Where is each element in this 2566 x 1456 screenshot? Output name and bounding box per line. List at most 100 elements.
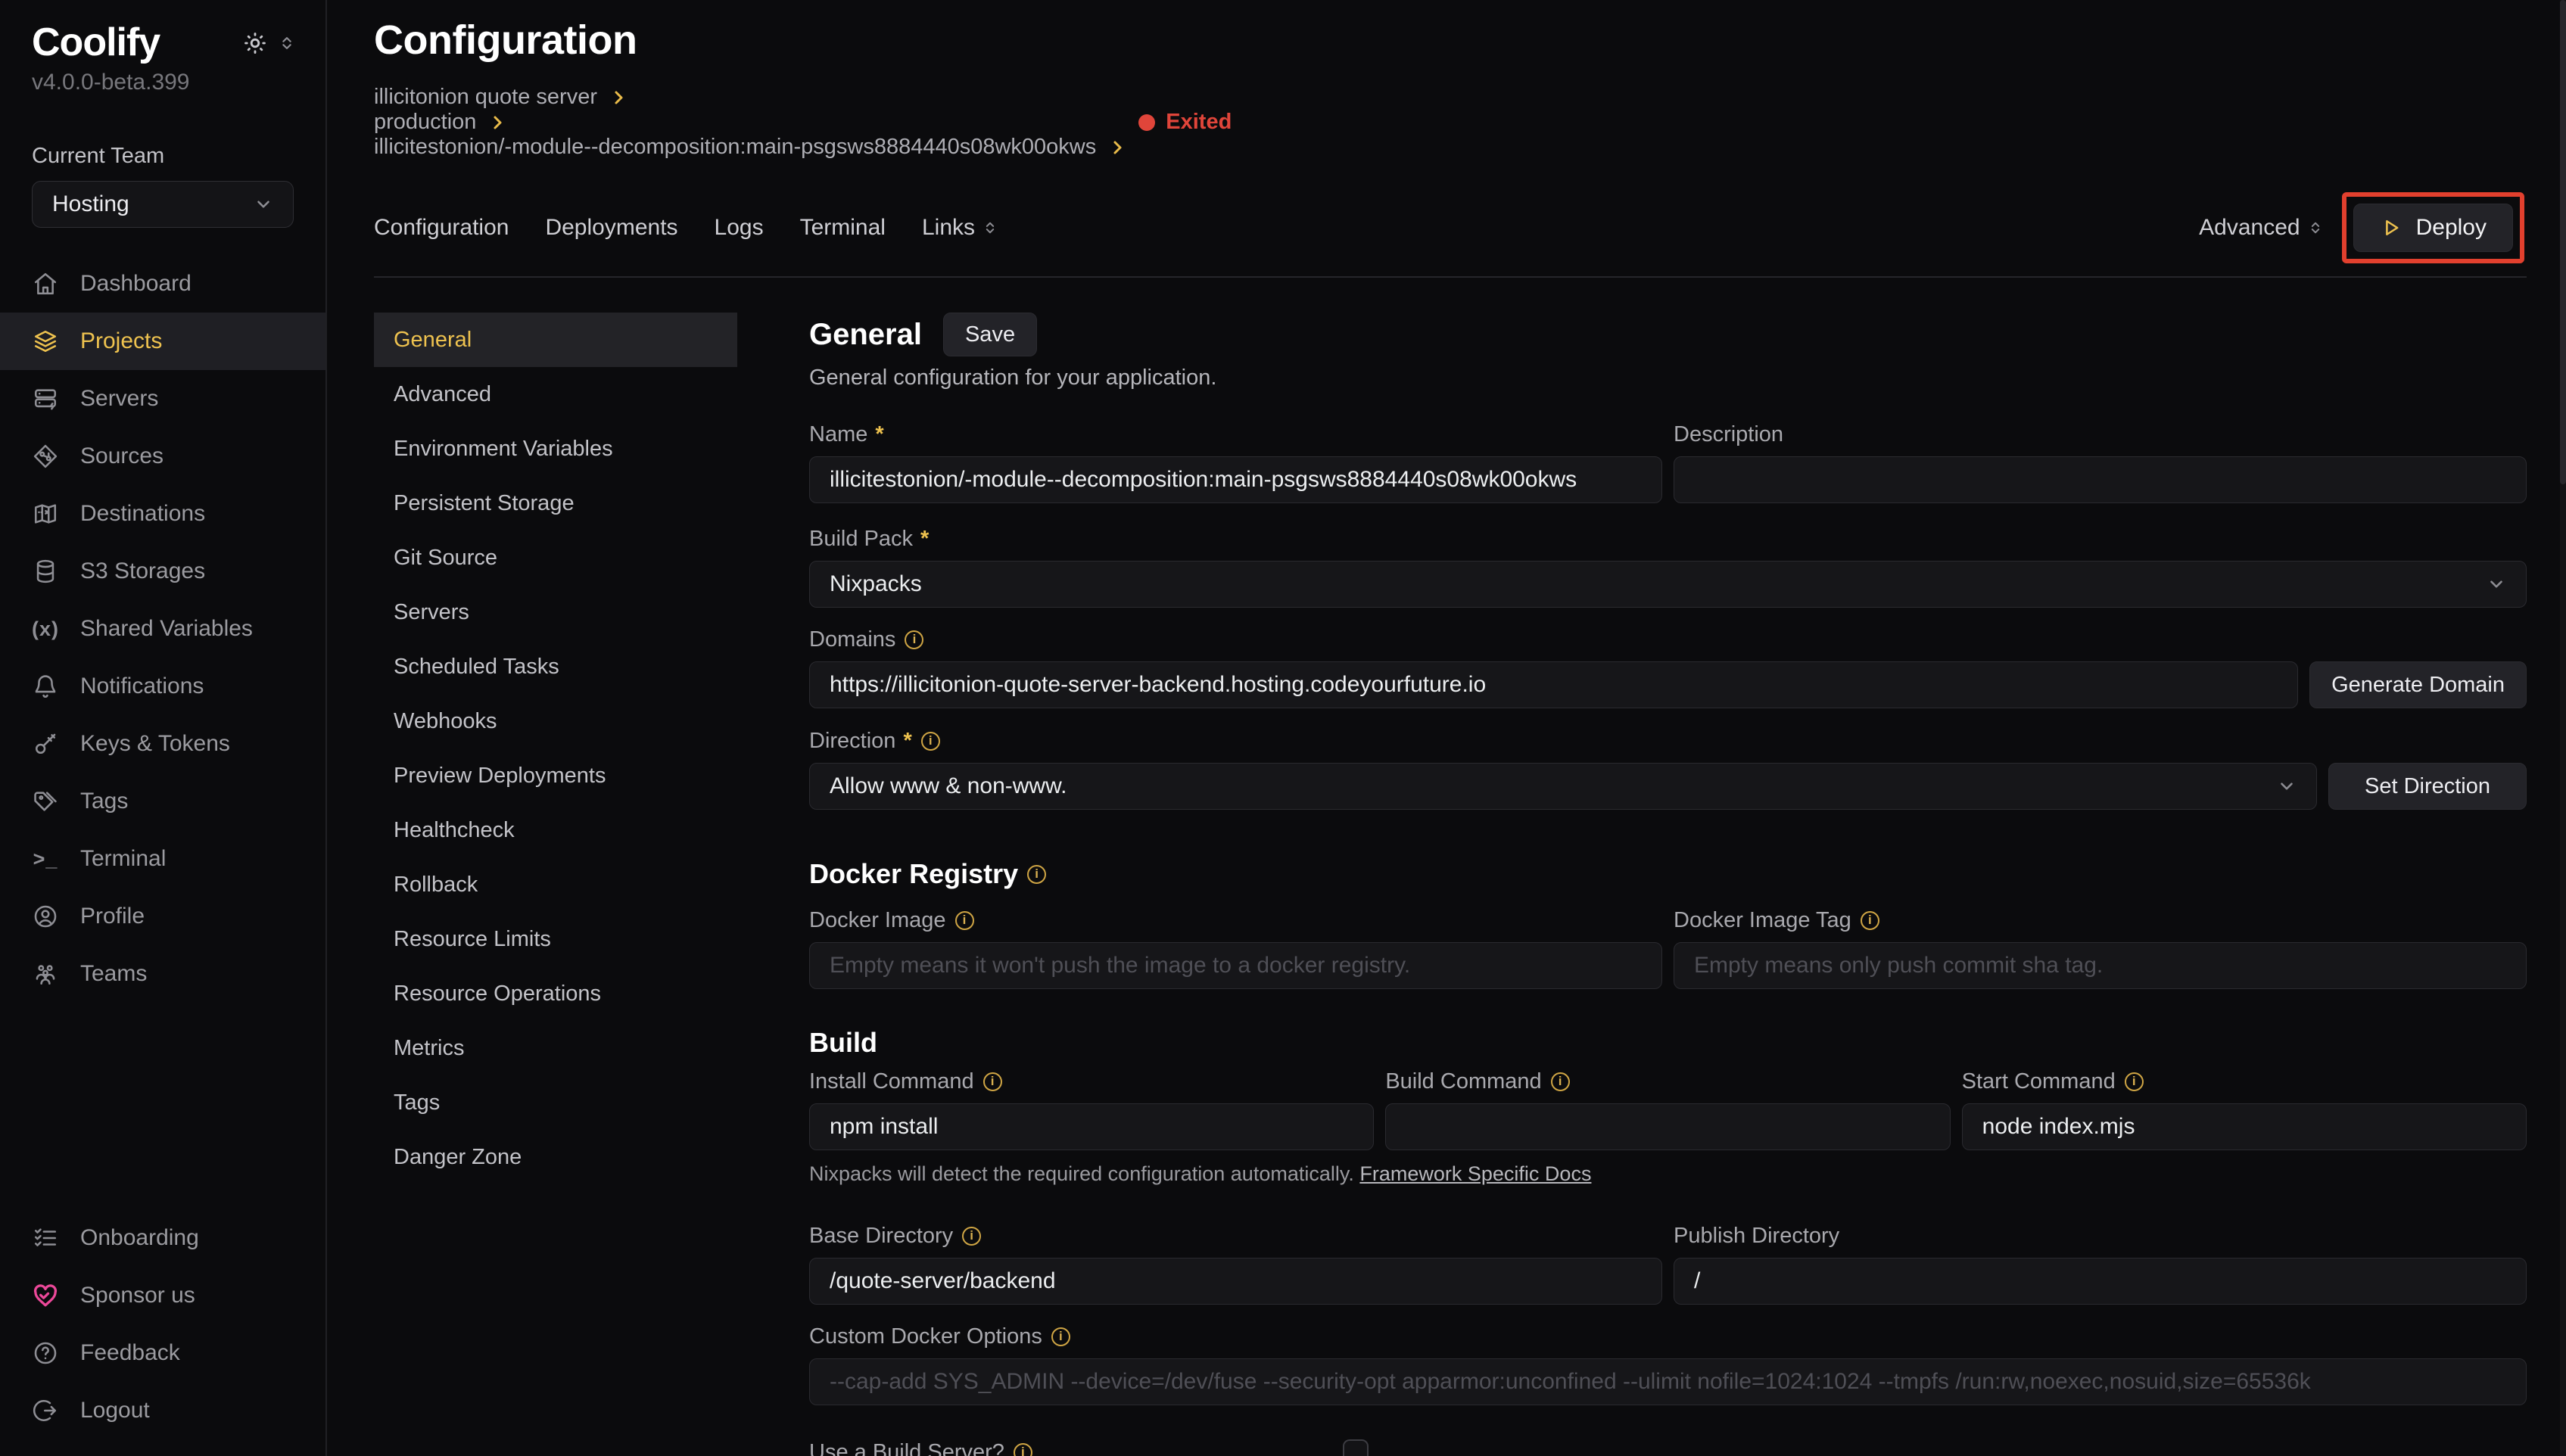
status-dot-icon bbox=[1138, 114, 1155, 131]
home-icon bbox=[32, 270, 59, 297]
sidebar-item[interactable]: Servers bbox=[0, 370, 325, 428]
build-pack-select[interactable]: Nixpacks bbox=[809, 561, 2527, 608]
theme-toggle-sun-icon[interactable] bbox=[242, 30, 268, 56]
build-command-input[interactable] bbox=[1385, 1103, 1950, 1150]
sidebar-item-label: Dashboard bbox=[80, 271, 192, 297]
breadcrumb-item[interactable]: illicitestonion/-module--decomposition:m… bbox=[374, 135, 1126, 160]
tab[interactable]: Deployments bbox=[545, 215, 677, 241]
advanced-dropdown[interactable]: Advanced bbox=[2199, 215, 2322, 241]
domains-input[interactable] bbox=[809, 661, 2298, 708]
layers-icon bbox=[32, 328, 59, 355]
sidebar-item-label: Sources bbox=[80, 443, 163, 469]
sidebar-item-label: Tags bbox=[80, 789, 128, 814]
sidebar: Coolify v4.0.0-beta.399 Current Team Hos… bbox=[0, 0, 327, 1456]
subnav-item[interactable]: Webhooks bbox=[374, 694, 737, 748]
subnav-item[interactable]: Scheduled Tasks bbox=[374, 639, 737, 694]
custom-docker-options-input[interactable] bbox=[809, 1358, 2527, 1405]
sidebar-item[interactable]: S3 Storages bbox=[0, 543, 325, 600]
sidebar-item-label: Logout bbox=[80, 1398, 150, 1423]
deploy-button[interactable]: Deploy bbox=[2353, 204, 2513, 252]
sidebar-item[interactable]: (x) Shared Variables bbox=[0, 600, 325, 658]
docker-image-input[interactable] bbox=[809, 942, 1662, 989]
chevron-updown-icon bbox=[982, 220, 998, 235]
description-input[interactable] bbox=[1674, 456, 2527, 503]
info-icon[interactable] bbox=[921, 732, 940, 751]
sidebar-item-label: Sponsor us bbox=[80, 1283, 195, 1308]
subnav-item[interactable]: Rollback bbox=[374, 857, 737, 912]
theme-select-chevron-icon[interactable] bbox=[279, 35, 295, 51]
sidebar-item[interactable]: >_ Terminal bbox=[0, 830, 325, 888]
sidebar-item-label: Profile bbox=[80, 904, 145, 929]
subnav-item[interactable]: Healthcheck bbox=[374, 803, 737, 857]
sidebar-item[interactable]: Notifications bbox=[0, 658, 325, 715]
sidebar-footer-item[interactable]: Logout bbox=[0, 1382, 325, 1439]
tab-links[interactable]: Links bbox=[922, 215, 998, 241]
subnav-item[interactable]: Environment Variables bbox=[374, 422, 737, 476]
team-select[interactable]: Hosting bbox=[32, 181, 294, 228]
info-icon[interactable] bbox=[2125, 1072, 2144, 1091]
section-subtitle: General configuration for your applicati… bbox=[809, 366, 2527, 390]
info-icon[interactable] bbox=[983, 1072, 1002, 1091]
sidebar-item[interactable]: Tags bbox=[0, 773, 325, 830]
subnav-item[interactable]: Preview Deployments bbox=[374, 748, 737, 803]
info-icon[interactable] bbox=[962, 1227, 981, 1246]
set-direction-button[interactable]: Set Direction bbox=[2328, 763, 2527, 810]
page-title: Configuration bbox=[374, 17, 2527, 64]
logout-icon bbox=[32, 1397, 59, 1424]
breadcrumb-item[interactable]: illicitonion quote server bbox=[374, 85, 1126, 110]
info-icon[interactable] bbox=[1861, 911, 1879, 930]
subnav-item[interactable]: General bbox=[374, 313, 737, 367]
build-pack-label: Build Pack* bbox=[809, 524, 2527, 554]
publish-directory-input[interactable] bbox=[1674, 1258, 2527, 1305]
sidebar-item[interactable]: Keys & Tokens bbox=[0, 715, 325, 773]
git-source-icon bbox=[32, 443, 59, 470]
sidebar-item[interactable]: Destinations bbox=[0, 485, 325, 543]
docker-image-label: Docker Image bbox=[809, 905, 1662, 935]
sidebar-footer: Onboarding Sponsor us Feedback Logout bbox=[0, 1209, 325, 1456]
info-icon[interactable] bbox=[1027, 865, 1046, 884]
install-command-input[interactable] bbox=[809, 1103, 1374, 1150]
subnav-item[interactable]: Advanced bbox=[374, 367, 737, 422]
subnav-item[interactable]: Metrics bbox=[374, 1021, 737, 1075]
sidebar-item-label: Terminal bbox=[80, 846, 166, 872]
start-command-input[interactable] bbox=[1962, 1103, 2527, 1150]
subnav-item[interactable]: Persistent Storage bbox=[374, 476, 737, 530]
tag-icon bbox=[32, 788, 59, 815]
generate-domain-button[interactable]: Generate Domain bbox=[2309, 661, 2527, 708]
sidebar-item-label: Keys & Tokens bbox=[80, 731, 230, 757]
subnav-item[interactable]: Tags bbox=[374, 1075, 737, 1130]
docker-image-tag-input[interactable] bbox=[1674, 942, 2527, 989]
use-build-server-checkbox[interactable] bbox=[1343, 1439, 1369, 1456]
direction-select[interactable]: Allow www & non-www. bbox=[809, 763, 2317, 810]
subnav-item[interactable]: Servers bbox=[374, 585, 737, 639]
base-directory-input[interactable] bbox=[809, 1258, 1662, 1305]
tab[interactable]: Terminal bbox=[800, 215, 886, 241]
info-icon[interactable] bbox=[1551, 1072, 1570, 1091]
sidebar-item[interactable]: Teams bbox=[0, 945, 325, 1003]
info-icon[interactable] bbox=[1014, 1443, 1032, 1456]
subnav-item[interactable]: Git Source bbox=[374, 530, 737, 585]
save-button[interactable]: Save bbox=[943, 313, 1037, 356]
sidebar-item[interactable]: Profile bbox=[0, 888, 325, 945]
subnav-item[interactable]: Resource Limits bbox=[374, 912, 737, 966]
scrollbar[interactable] bbox=[2560, 0, 2566, 1456]
info-icon[interactable] bbox=[955, 911, 974, 930]
breadcrumb-item[interactable]: production bbox=[374, 110, 1126, 135]
sidebar-footer-item[interactable]: Onboarding bbox=[0, 1209, 325, 1267]
sidebar-footer-item[interactable]: Feedback bbox=[0, 1324, 325, 1382]
name-input[interactable] bbox=[809, 456, 1662, 503]
sidebar-item[interactable]: Sources bbox=[0, 428, 325, 485]
sidebar-item[interactable]: Projects bbox=[0, 313, 325, 370]
checklist-icon bbox=[32, 1224, 59, 1252]
required-asterisk: * bbox=[875, 422, 883, 447]
subnav-item[interactable]: Resource Operations bbox=[374, 966, 737, 1021]
tab[interactable]: Configuration bbox=[374, 215, 509, 241]
info-icon[interactable] bbox=[1051, 1327, 1070, 1346]
sidebar-footer-item[interactable]: Sponsor us bbox=[0, 1267, 325, 1324]
framework-docs-link[interactable]: Framework Specific Docs bbox=[1359, 1162, 1591, 1185]
tab[interactable]: Logs bbox=[715, 215, 764, 241]
sidebar-item[interactable]: Dashboard bbox=[0, 255, 325, 313]
info-icon[interactable] bbox=[905, 630, 923, 649]
subnav-item[interactable]: Danger Zone bbox=[374, 1130, 737, 1184]
users-icon bbox=[32, 960, 59, 988]
